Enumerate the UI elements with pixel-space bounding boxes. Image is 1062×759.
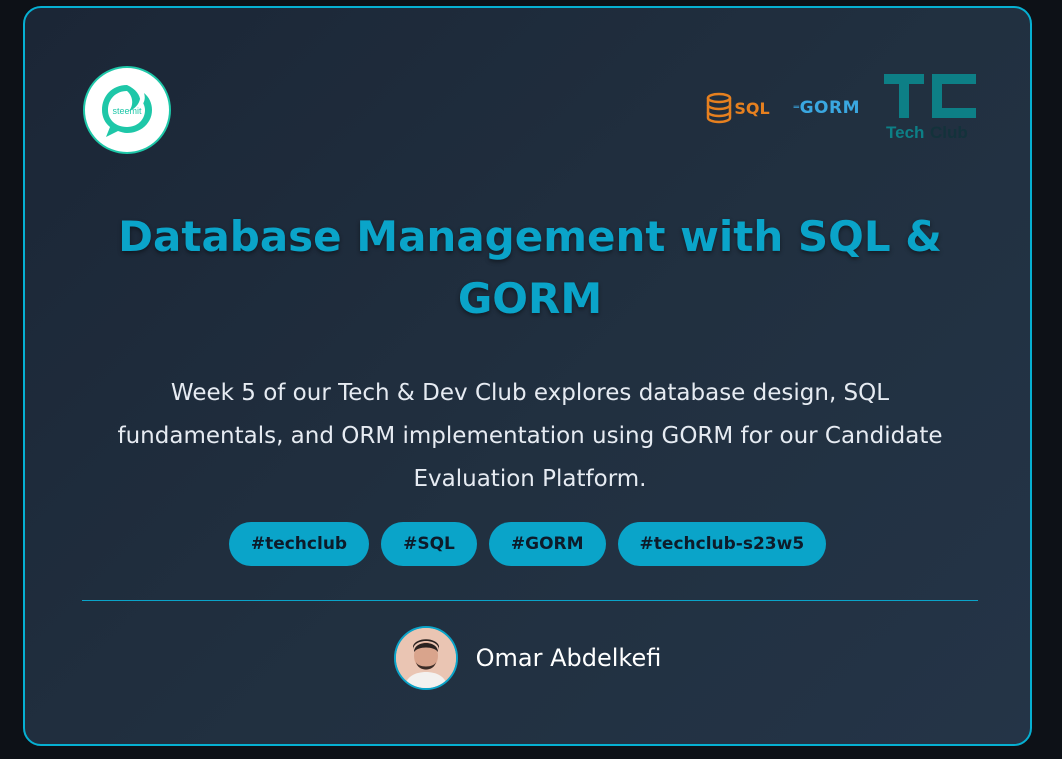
page-title: Database Management with SQL & GORM [118,212,942,323]
steemit-logo-text: steemit [112,106,142,116]
tech-logos: SQL ═GORM Tech Club [706,74,976,142]
techclub-club-text: Club [930,123,968,142]
techclub-emblem-icon: Tech Club [884,74,976,142]
gorm-logo-text: GORM [799,98,860,118]
divider [82,600,978,601]
author-name[interactable]: Omar Abdelkefi [476,644,662,672]
post-description: Week 5 of our Tech & Dev Club explores d… [117,380,943,492]
techclub-logo: Tech Club [884,74,976,142]
tag-sql[interactable]: #SQL [381,522,477,566]
tag-list: #techclub #SQL #GORM #techclub-s23w5 [25,522,1030,566]
tag-techclub[interactable]: #techclub [228,522,370,566]
avatar[interactable] [393,626,458,690]
author-section: Omar Abdelkefi [25,626,1030,690]
gorm-logo: ═GORM [793,98,860,118]
database-icon [707,92,732,124]
techclub-tech-text: Tech [886,123,924,142]
person-avatar-icon [395,628,456,688]
sql-logo-text: SQL [734,98,770,118]
sql-logo: SQL [706,92,770,124]
steemit-logo: steemit [83,66,171,154]
steemit-icon: steemit [102,85,152,137]
tag-gorm[interactable]: #GORM [488,522,606,566]
post-card: steemit SQL ═GORM Tech Club Database Man… [23,6,1032,746]
tag-techclub-s23w5[interactable]: #techclub-s23w5 [617,522,827,566]
